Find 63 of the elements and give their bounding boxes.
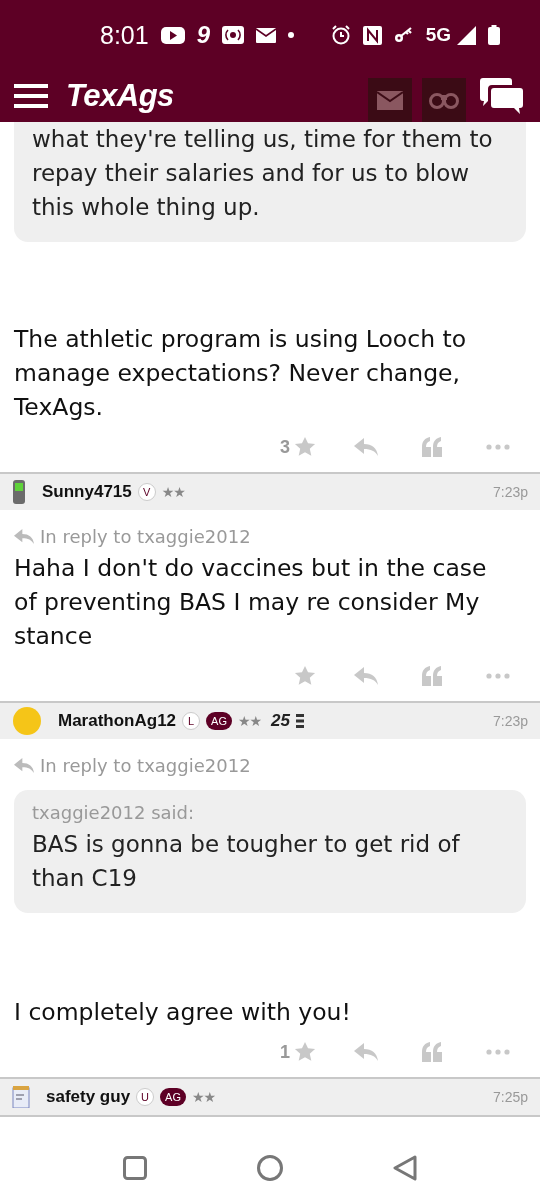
reply-to-text: In reply to txaggie2012 bbox=[40, 755, 251, 776]
quote-text: BAS is gonna be tougher to get rid of than C19 bbox=[32, 830, 461, 893]
mail-icon bbox=[377, 90, 403, 110]
user-badge: V bbox=[137, 483, 156, 501]
more-icon bbox=[486, 444, 510, 450]
reply-icon bbox=[354, 667, 378, 685]
dot-icon bbox=[288, 32, 295, 38]
reply-to-text: In reply to txaggie2012 bbox=[40, 526, 251, 547]
post-time: 7:23p bbox=[492, 713, 528, 729]
nfc-icon bbox=[362, 25, 382, 45]
user-badge: AG bbox=[160, 1088, 186, 1106]
mail-icon bbox=[256, 27, 277, 43]
reply-icon bbox=[14, 529, 34, 544]
avatar bbox=[12, 706, 42, 736]
username[interactable]: Sunny4715 bbox=[42, 482, 132, 502]
user-badge: L bbox=[182, 712, 201, 730]
network-type: 5G bbox=[425, 24, 451, 46]
username[interactable]: MarathonAg12 bbox=[58, 711, 177, 731]
rank-stars: ★★ bbox=[238, 713, 262, 729]
quote-icon bbox=[422, 1042, 442, 1062]
recents-icon[interactable] bbox=[123, 1155, 147, 1180]
rank-stars: ★★ bbox=[192, 1089, 216, 1105]
notepad-icon bbox=[12, 1086, 30, 1108]
binoculars-button[interactable] bbox=[422, 78, 466, 122]
post-text: I completely agree with you! bbox=[13, 997, 352, 1028]
user-badge: AG bbox=[206, 712, 232, 730]
quote-attribution: txaggie2012 said: bbox=[32, 802, 196, 823]
post-text: The athletic program is using Looch to manage expectations? Never change, TexAgs. bbox=[13, 324, 468, 423]
star-icon bbox=[294, 665, 316, 687]
signal-icon bbox=[457, 25, 476, 45]
menu-icon[interactable] bbox=[14, 84, 48, 108]
more-icon bbox=[486, 673, 510, 679]
reply-icon bbox=[354, 1043, 378, 1061]
binoculars-icon bbox=[429, 91, 459, 109]
app-notification-glyph: 9 bbox=[196, 21, 211, 49]
rank-stars: ★★ bbox=[161, 484, 185, 500]
reply-icon bbox=[354, 438, 378, 456]
username[interactable]: safety guy bbox=[46, 1087, 131, 1107]
battery-icon bbox=[488, 25, 500, 45]
bars-icon bbox=[296, 714, 304, 728]
clock: 8:01 bbox=[100, 20, 149, 50]
chat-icon[interactable] bbox=[480, 78, 524, 114]
user-badge: U bbox=[136, 1088, 155, 1106]
star-icon bbox=[294, 1041, 316, 1063]
phone-icon bbox=[12, 480, 26, 504]
reply-icon bbox=[14, 758, 34, 773]
post-text: Haha I don't do vaccines but in the case of preventing BAS I may re consider My stance bbox=[13, 553, 488, 652]
star-icon bbox=[294, 436, 316, 458]
play-icon bbox=[160, 26, 185, 44]
radio-icon bbox=[222, 26, 245, 44]
home-icon[interactable] bbox=[257, 1154, 283, 1181]
messages-button[interactable] bbox=[368, 78, 412, 122]
quote-icon bbox=[422, 437, 442, 457]
alarm-icon bbox=[330, 25, 351, 45]
post-time: 7:25p bbox=[492, 1089, 528, 1105]
more-icon bbox=[486, 1049, 510, 1055]
back-icon[interactable] bbox=[393, 1154, 417, 1181]
quote-text: what they're telling us, time for them to repay their salaries and for us to blow this whole thing up. bbox=[32, 125, 494, 222]
post-time: 7:23p bbox=[492, 484, 528, 500]
logo[interactable]: TexAgs bbox=[66, 78, 174, 114]
tenure-label: 25 bbox=[271, 711, 290, 731]
quote-icon bbox=[422, 666, 442, 686]
key-icon bbox=[393, 27, 414, 43]
